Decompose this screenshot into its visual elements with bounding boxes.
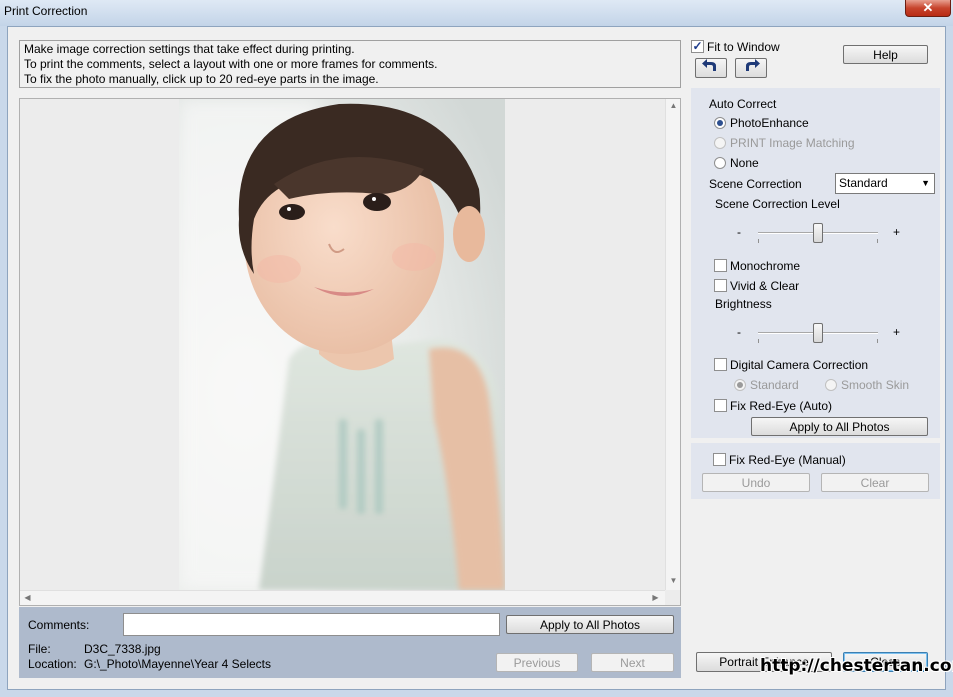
monochrome-label: Monochrome (730, 259, 801, 273)
scroll-left-icon[interactable]: ◀ (20, 591, 35, 605)
apply-comments-all-button[interactable]: Apply to All Photos (506, 615, 674, 634)
vivid-clear-label: Vivid & Clear (730, 279, 800, 293)
dc-standard-label: Standard (750, 378, 799, 392)
location-path: G:\_Photo\Mayenne\Year 4 Selects (84, 657, 272, 671)
red-eye-auto-checkbox[interactable] (714, 399, 727, 412)
slider-thumb[interactable] (813, 223, 823, 243)
comments-label: Comments: (28, 618, 90, 632)
slider-tick (758, 339, 759, 343)
none-radio[interactable] (714, 157, 726, 169)
portrait-photo (179, 99, 505, 590)
vertical-scrollbar[interactable]: ▲ ▼ (665, 99, 680, 590)
watermark-text: http://chestertan.com/ (760, 656, 953, 676)
scene-level-plus: + (893, 225, 901, 239)
horizontal-scrollbar[interactable]: ◀ ▶ (20, 590, 665, 605)
slider-tick (877, 339, 878, 343)
rotate-right-icon (746, 59, 760, 71)
photo-preview[interactable] (179, 99, 505, 590)
slider-tick (758, 239, 759, 243)
instructions-box: Make image correction settings that take… (19, 40, 681, 88)
help-button[interactable]: Help (843, 45, 928, 64)
chevron-down-icon: ▼ (921, 178, 930, 188)
brightness-plus: + (893, 325, 901, 339)
digital-camera-correction-checkbox[interactable] (714, 358, 727, 371)
slider-thumb[interactable] (813, 323, 823, 343)
file-label: File: (28, 642, 51, 656)
undo-button[interactable]: Undo (702, 473, 810, 492)
rotate-right-button[interactable] (735, 58, 767, 78)
location-label: Location: (28, 657, 77, 671)
apply-correction-all-button[interactable]: Apply to All Photos (751, 417, 928, 436)
instruction-line: To print the comments, select a layout w… (24, 57, 438, 71)
comments-input[interactable] (123, 613, 500, 636)
instruction-line: To fix the photo manually, click up to 2… (24, 72, 379, 86)
dc-smooth-skin-label: Smooth Skin (841, 378, 910, 392)
scroll-up-icon[interactable]: ▲ (666, 99, 681, 113)
scene-level-slider[interactable] (758, 222, 878, 244)
rotate-left-icon (702, 59, 716, 71)
clear-button[interactable]: Clear (821, 473, 929, 492)
fit-to-window-checkbox[interactable] (691, 40, 704, 53)
scene-correction-select[interactable]: Standard ▼ (835, 173, 935, 194)
next-button[interactable]: Next (591, 653, 674, 672)
brightness-minus: - (737, 325, 741, 339)
red-eye-manual-checkbox[interactable] (713, 453, 726, 466)
instruction-line: Make image correction settings that take… (24, 42, 355, 56)
scroll-down-icon[interactable]: ▼ (666, 574, 681, 588)
digital-camera-correction-label: Digital Camera Correction (730, 358, 869, 372)
scene-level-label: Scene Correction Level (715, 197, 840, 211)
none-label: None (730, 156, 759, 170)
vivid-clear-checkbox[interactable] (714, 279, 727, 292)
red-eye-auto-label: Fix Red-Eye (Auto) (730, 399, 833, 413)
window-close-button[interactable]: ✕ (905, 0, 951, 17)
dc-smooth-skin-radio[interactable] (825, 379, 837, 391)
title-bar: Print Correction ✕ (0, 0, 953, 26)
scene-level-minus: - (737, 225, 741, 239)
scroll-right-icon[interactable]: ▶ (648, 591, 663, 605)
print-image-matching-radio[interactable] (714, 137, 726, 149)
print-image-matching-label: PRINT Image Matching (730, 136, 855, 150)
photoenhance-radio[interactable] (714, 117, 726, 129)
scene-correction-label: Scene Correction (709, 177, 802, 191)
rotate-left-button[interactable] (695, 58, 727, 78)
window-title: Print Correction (4, 4, 88, 18)
scene-correction-value: Standard (839, 176, 888, 190)
dc-standard-radio[interactable] (734, 379, 746, 391)
slider-tick (877, 239, 878, 243)
file-name: D3C_7338.jpg (84, 642, 161, 656)
auto-correct-heading: Auto Correct (709, 97, 777, 111)
previous-button[interactable]: Previous (496, 653, 578, 672)
fit-to-window-label: Fit to Window (707, 40, 780, 54)
brightness-label: Brightness (715, 297, 772, 311)
monochrome-checkbox[interactable] (714, 259, 727, 272)
brightness-slider[interactable] (758, 322, 878, 344)
red-eye-manual-label: Fix Red-Eye (Manual) (729, 453, 846, 467)
photoenhance-label: PhotoEnhance (730, 116, 809, 130)
